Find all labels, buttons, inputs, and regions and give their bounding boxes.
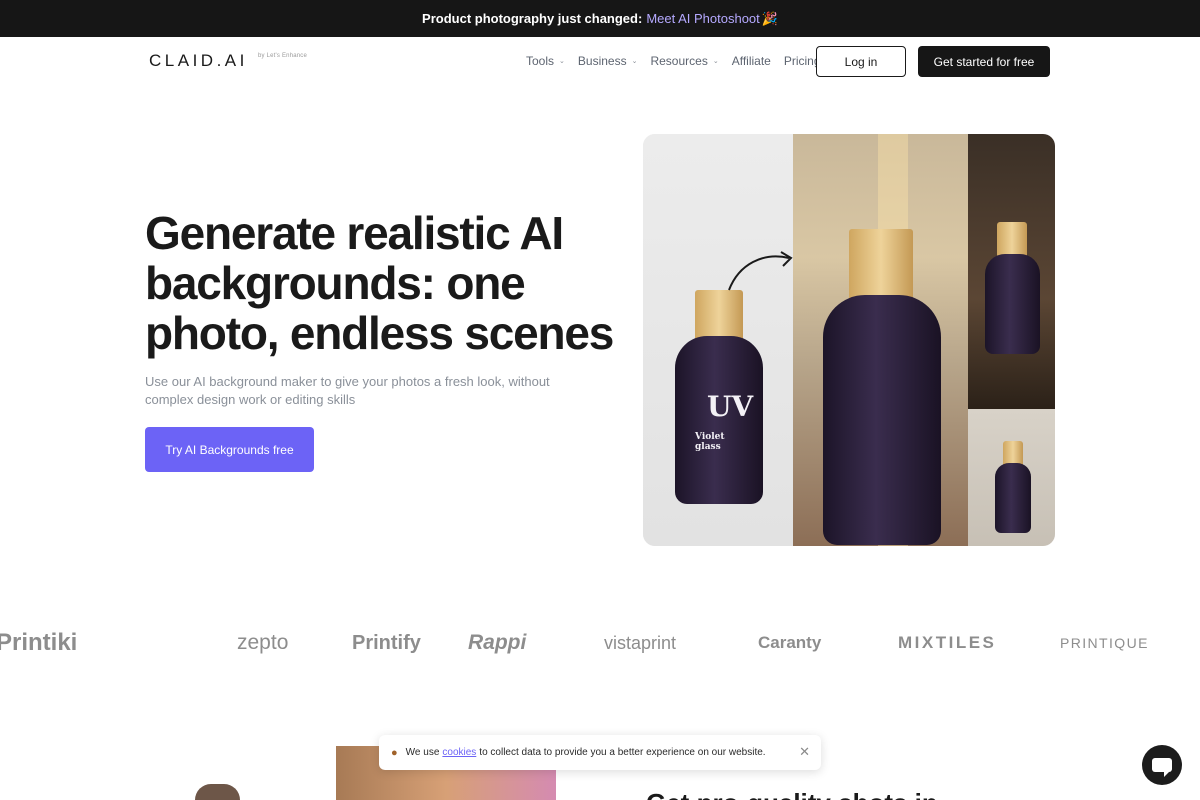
hero-product-collage: UV Violet glass (643, 134, 1055, 546)
cookie-text: to collect data to provide you a better … (479, 747, 766, 758)
section-heading: Get pro-quality shots in (646, 788, 938, 800)
bottle-brand-mark: UV (707, 390, 754, 423)
nav-item-label: Affiliate (731, 54, 771, 68)
generated-scene-pane (968, 409, 1055, 546)
party-icon: 🎉 (761, 10, 778, 26)
generated-scene-pane (793, 134, 968, 546)
logo-vistaprint: vistaprint (604, 632, 677, 653)
hero-title: Generate realistic AI backgrounds: one p… (145, 207, 614, 359)
arrow-icon (728, 251, 793, 291)
product-bottle-original: UV Violet glass (675, 290, 765, 510)
logo-printiki: Printiki (0, 629, 78, 656)
logo-rappi: Rappi (468, 631, 527, 654)
claid-logo[interactable]: CLAID.AI (149, 51, 248, 71)
logo-zepto: zepto (237, 631, 289, 654)
nav-item-resources[interactable]: Resources ⌄ (650, 54, 718, 68)
nav-item-label: Tools (526, 54, 555, 68)
chevron-down-icon: ⌄ (631, 58, 638, 65)
product-bottle-scene (985, 222, 1041, 357)
try-ai-backgrounds-button[interactable]: Try AI Backgrounds free (145, 427, 314, 472)
product-bottle-scene (823, 229, 943, 545)
cookie-icon: ● (391, 746, 398, 759)
cookie-text: We use (405, 747, 440, 758)
nav-item-affiliate[interactable]: Affiliate (732, 54, 771, 68)
product-bottle-scene (995, 441, 1031, 533)
login-button[interactable]: Log in (816, 46, 906, 77)
logo-caranty: Caranty (758, 633, 822, 652)
nav-item-business[interactable]: Business ⌄ (578, 54, 638, 68)
logo-tagline: by Let's Enhance (258, 53, 308, 59)
section-photo (195, 784, 240, 800)
cookies-link[interactable]: cookies (442, 747, 476, 758)
announcement-link[interactable]: Meet AI Photoshoot (646, 11, 759, 26)
generated-scene-pane (968, 134, 1055, 409)
chat-button[interactable] (1142, 745, 1182, 785)
hero-subtitle: Use our AI background maker to give your… (145, 374, 550, 407)
announcement-bar[interactable]: Product photography just changed: Meet A… (0, 0, 1200, 37)
logo-mixtiles: MIXTILES (898, 633, 997, 652)
nav-item-label: Resources (650, 54, 708, 68)
chevron-down-icon: ⌄ (559, 58, 565, 65)
nav-item-tools[interactable]: Tools ⌄ (526, 54, 565, 68)
nav-item-label: Business (577, 54, 627, 68)
chat-icon (1152, 758, 1172, 777)
cookie-banner: ● We use cookies to collect data to prov… (379, 735, 821, 770)
top-navigation: CLAID.AI by Let's Enhance Tools ⌄ Busine… (0, 37, 1200, 87)
close-icon[interactable]: ✕ (799, 744, 810, 760)
client-logos-strip: Printiki zepto Printify Rappi vistaprint… (0, 626, 1200, 660)
bottle-product-name: Violet glass (695, 432, 725, 452)
plain-background-pane: UV Violet glass (643, 134, 793, 546)
chevron-down-icon: ⌄ (712, 58, 719, 65)
logo-printify: Printify (352, 631, 421, 654)
nav-menu: Tools ⌄ Business ⌄ Resources ⌄ Affiliate… (526, 54, 821, 68)
announcement-text: Product photography just changed: (422, 11, 643, 26)
logo-printique: PRINTIQUE (1060, 635, 1149, 651)
get-started-button[interactable]: Get started for free (918, 46, 1050, 77)
